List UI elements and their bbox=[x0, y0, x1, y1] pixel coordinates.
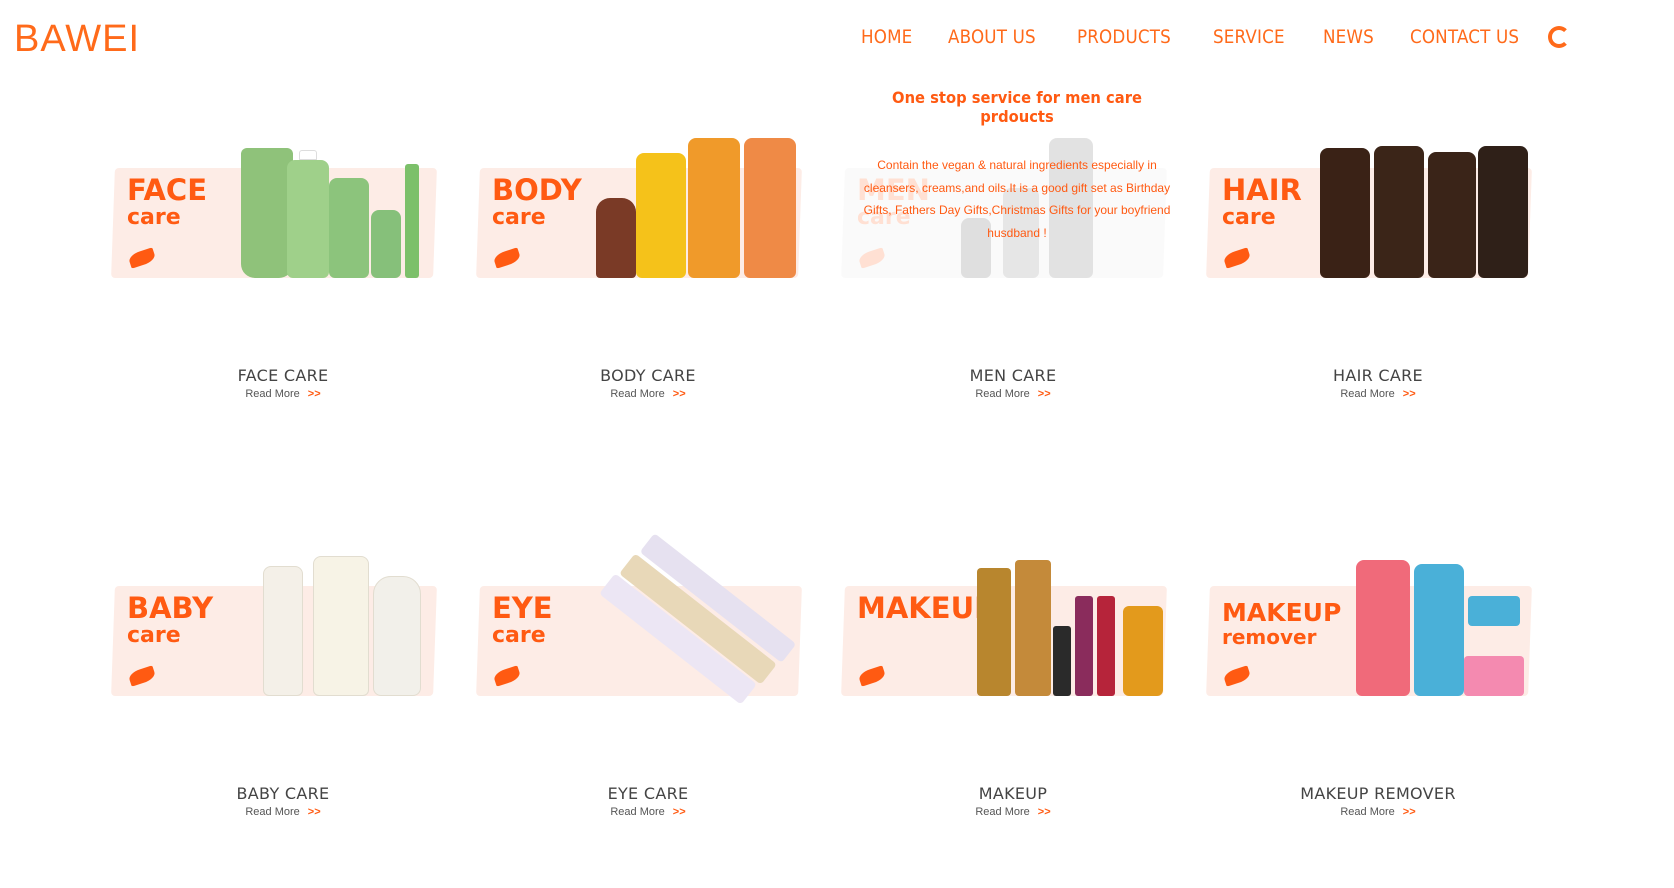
product-image bbox=[588, 533, 808, 705]
nav-news[interactable]: NEWS bbox=[1323, 26, 1374, 48]
nav-home[interactable]: HOME bbox=[861, 26, 912, 48]
read-more-link[interactable]: Read More >> bbox=[843, 388, 1183, 400]
product-label[interactable]: BODY CARE bbox=[478, 366, 818, 385]
product-image bbox=[223, 128, 443, 278]
product-art: BODY care bbox=[476, 128, 808, 288]
overlay-title: One stop service for men care prdoucts bbox=[892, 88, 1142, 126]
read-more-link[interactable]: Read More >> bbox=[1208, 806, 1548, 818]
site-header: BAWEI HOME ABOUT US PRODUCTS SERVICE NEW… bbox=[0, 0, 1674, 80]
read-more-link[interactable]: Read More >> bbox=[113, 388, 453, 400]
product-art: BABY care bbox=[111, 546, 443, 706]
read-more-link[interactable]: Read More >> bbox=[113, 806, 453, 818]
product-label[interactable]: HAIR CARE bbox=[1208, 366, 1548, 385]
product-image bbox=[588, 128, 808, 278]
overlay-description: Contain the vegan & natural ingredients … bbox=[863, 158, 1171, 240]
product-art: FACE care bbox=[111, 128, 443, 288]
read-more-link[interactable]: Read More >> bbox=[1208, 388, 1548, 400]
product-label[interactable]: MEN CARE bbox=[843, 366, 1183, 385]
read-more-link[interactable]: Read More >> bbox=[478, 388, 818, 400]
product-image bbox=[1318, 546, 1538, 696]
main-nav: HOME ABOUT US PRODUCTS SERVICE NEWS CONT… bbox=[861, 26, 1534, 48]
product-label[interactable]: MAKEUP bbox=[843, 784, 1183, 803]
read-more-link[interactable]: Read More >> bbox=[843, 806, 1183, 818]
product-label[interactable]: EYE CARE bbox=[478, 784, 818, 803]
read-more-link[interactable]: Read More >> bbox=[478, 806, 818, 818]
nav-products[interactable]: PRODUCTS bbox=[1077, 26, 1171, 48]
product-image bbox=[223, 546, 443, 696]
nav-service[interactable]: SERVICE bbox=[1213, 26, 1285, 48]
bawei-logo[interactable]: BAWEI bbox=[14, 18, 140, 61]
product-art: MAKEUP remover bbox=[1206, 546, 1538, 706]
product-image bbox=[953, 546, 1173, 696]
product-label[interactable]: FACE CARE bbox=[113, 366, 453, 385]
nav-about-us[interactable]: ABOUT US bbox=[948, 26, 1036, 48]
product-art: EYE care bbox=[476, 533, 808, 706]
product-label[interactable]: BABY CARE bbox=[113, 784, 453, 803]
product-art: MAKEUP bbox=[841, 546, 1173, 706]
men-care-hover-overlay[interactable]: One stop service for men care prdoucts C… bbox=[858, 88, 1176, 244]
nav-contact-us[interactable]: CONTACT US bbox=[1410, 26, 1519, 48]
language-icon[interactable] bbox=[1548, 26, 1570, 48]
product-art: HAIR care bbox=[1206, 128, 1538, 288]
product-image bbox=[1318, 128, 1538, 278]
product-label[interactable]: MAKEUP REMOVER bbox=[1208, 784, 1548, 803]
